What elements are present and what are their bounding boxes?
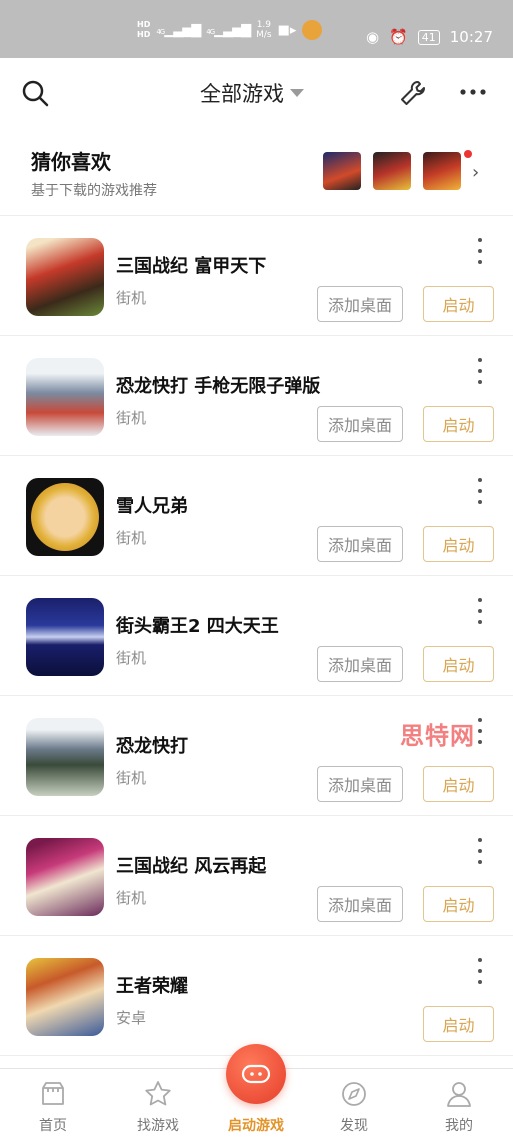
hd-label-1: HD: [137, 20, 151, 29]
add-to-desktop-button[interactable]: 添加桌面: [317, 286, 403, 322]
start-button[interactable]: 启动: [423, 886, 494, 922]
tab-label: 发现: [340, 1118, 368, 1134]
recommend-thumb-3: [423, 152, 461, 190]
game-row[interactable]: 恐龙快打 手枪无限子弹版 街机 添加桌面 启动: [0, 336, 513, 456]
start-button[interactable]: 启动: [423, 1006, 494, 1042]
speed-value: 1.9: [256, 20, 272, 30]
recommend-banner[interactable]: 猜你喜欢 基于下载的游戏推荐 ›: [0, 130, 513, 216]
game-list: 三国战纪 富甲天下 街机 添加桌面 启动 恐龙快打 手枪无限子弹版 街机 添加桌…: [0, 216, 513, 1056]
game-category: 街机: [116, 769, 147, 787]
game-title: 王者荣耀: [116, 976, 188, 997]
wrench-icon[interactable]: [398, 78, 428, 108]
game-category: 街机: [116, 529, 147, 547]
new-badge-dot: [464, 150, 472, 158]
game-category: 街机: [116, 649, 147, 667]
recommend-title: 猜你喜欢: [31, 150, 111, 174]
more-vertical-icon[interactable]: [472, 238, 488, 264]
game-category: 街机: [116, 409, 147, 427]
game-row[interactable]: 恐龙快打 街机 添加桌面 启动: [0, 696, 513, 816]
game-thumbnail: [26, 478, 104, 556]
start-button[interactable]: 启动: [423, 526, 494, 562]
category-title: 全部游戏: [200, 82, 284, 106]
add-to-desktop-button[interactable]: 添加桌面: [317, 646, 403, 682]
game-thumbnail: [26, 238, 104, 316]
game-thumbnail: [26, 958, 104, 1036]
more-vertical-icon[interactable]: [472, 598, 488, 624]
network-label-1: 4G: [156, 27, 165, 36]
status-right: ◉ ⏰ 41 10:27: [366, 28, 493, 46]
more-vertical-icon[interactable]: [472, 478, 488, 504]
add-to-desktop-button[interactable]: 添加桌面: [317, 406, 403, 442]
video-icon: ■▸: [277, 22, 297, 38]
game-row[interactable]: 王者荣耀 安卓 启动: [0, 936, 513, 1056]
clock: 10:27: [449, 28, 493, 46]
tab-find-games[interactable]: 找游戏: [113, 1069, 203, 1141]
network-speed: 1.9 M/s: [256, 20, 272, 40]
chevron-down-icon: [290, 89, 304, 97]
compass-icon: [342, 1082, 366, 1106]
game-row[interactable]: 三国战纪 富甲天下 街机 添加桌面 启动: [0, 216, 513, 336]
recommend-subtitle: 基于下载的游戏推荐: [31, 183, 157, 199]
add-to-desktop-button[interactable]: 添加桌面: [317, 766, 403, 802]
network-label-2: 4G: [206, 27, 215, 36]
game-category: 安卓: [116, 1009, 147, 1027]
star-icon: [145, 1081, 171, 1106]
game-title: 三国战纪 富甲天下: [116, 256, 267, 277]
more-icon[interactable]: [458, 82, 488, 102]
hd-label-2: HD: [137, 30, 151, 39]
speed-unit: M/s: [256, 30, 272, 40]
signal-icon: 4G▁▃▅▇: [156, 22, 201, 38]
notification-avatar-icon: [302, 20, 323, 40]
game-title: 雪人兄弟: [116, 496, 188, 517]
add-to-desktop-button[interactable]: 添加桌面: [317, 886, 403, 922]
more-vertical-icon[interactable]: [472, 358, 488, 384]
alarm-icon: ⏰: [389, 28, 408, 46]
more-vertical-icon[interactable]: [472, 838, 488, 864]
game-row[interactable]: 雪人兄弟 街机 添加桌面 启动: [0, 456, 513, 576]
tab-label: 我的: [445, 1118, 473, 1134]
user-icon: [447, 1082, 471, 1107]
tab-label: 启动游戏: [228, 1118, 284, 1134]
game-thumbnail: [26, 358, 104, 436]
game-title: 恐龙快打: [116, 736, 188, 757]
search-icon[interactable]: [20, 78, 50, 108]
game-thumbnail: [26, 598, 104, 676]
game-row[interactable]: 街头霸王2 四大天王 街机 添加桌面 启动: [0, 576, 513, 696]
game-category: 街机: [116, 289, 147, 307]
app-header: 全部游戏: [0, 58, 513, 130]
eye-icon: ◉: [365, 28, 380, 46]
category-dropdown[interactable]: 全部游戏: [200, 78, 304, 108]
start-button[interactable]: 启动: [423, 646, 494, 682]
recommend-thumb-1: [323, 152, 361, 190]
game-title: 恐龙快打 手枪无限子弹版: [116, 376, 321, 397]
home-icon: [42, 1082, 64, 1105]
recommend-thumb-2: [373, 152, 411, 190]
watermark: 思特网: [400, 722, 475, 750]
battery-level: 41: [421, 30, 436, 44]
status-left: HD HD 4G▁▃▅▇ 4G▁▃▅▇ 1.9 M/s ■▸: [137, 20, 323, 40]
launch-game-button[interactable]: [226, 1044, 286, 1104]
game-title: 三国战纪 风云再起: [116, 856, 267, 877]
status-bar: HD HD 4G▁▃▅▇ 4G▁▃▅▇ 1.9 M/s ■▸ ◉ ⏰ 41 10…: [0, 0, 513, 58]
game-category: 街机: [116, 889, 147, 907]
battery-icon: 41: [417, 29, 440, 45]
more-vertical-icon[interactable]: [472, 958, 488, 984]
hd-indicator: HD HD: [137, 20, 150, 40]
tab-me[interactable]: 我的: [414, 1069, 504, 1141]
start-button[interactable]: 启动: [423, 766, 494, 802]
add-to-desktop-button[interactable]: 添加桌面: [317, 526, 403, 562]
game-thumbnail: [26, 838, 104, 916]
chevron-right-icon[interactable]: ›: [472, 162, 479, 183]
gamepad-icon: [241, 1064, 271, 1084]
signal-icon-2: 4G▁▃▅▇: [206, 22, 251, 38]
game-row[interactable]: 三国战纪 风云再起 街机 添加桌面 启动: [0, 816, 513, 936]
start-button[interactable]: 启动: [423, 286, 494, 322]
game-title: 街头霸王2 四大天王: [116, 616, 279, 637]
start-button[interactable]: 启动: [423, 406, 494, 442]
tab-label: 首页: [39, 1118, 67, 1134]
game-thumbnail: [26, 718, 104, 796]
tab-home[interactable]: 首页: [8, 1069, 98, 1141]
tab-discover[interactable]: 发现: [309, 1069, 399, 1141]
tab-label: 找游戏: [137, 1118, 179, 1134]
